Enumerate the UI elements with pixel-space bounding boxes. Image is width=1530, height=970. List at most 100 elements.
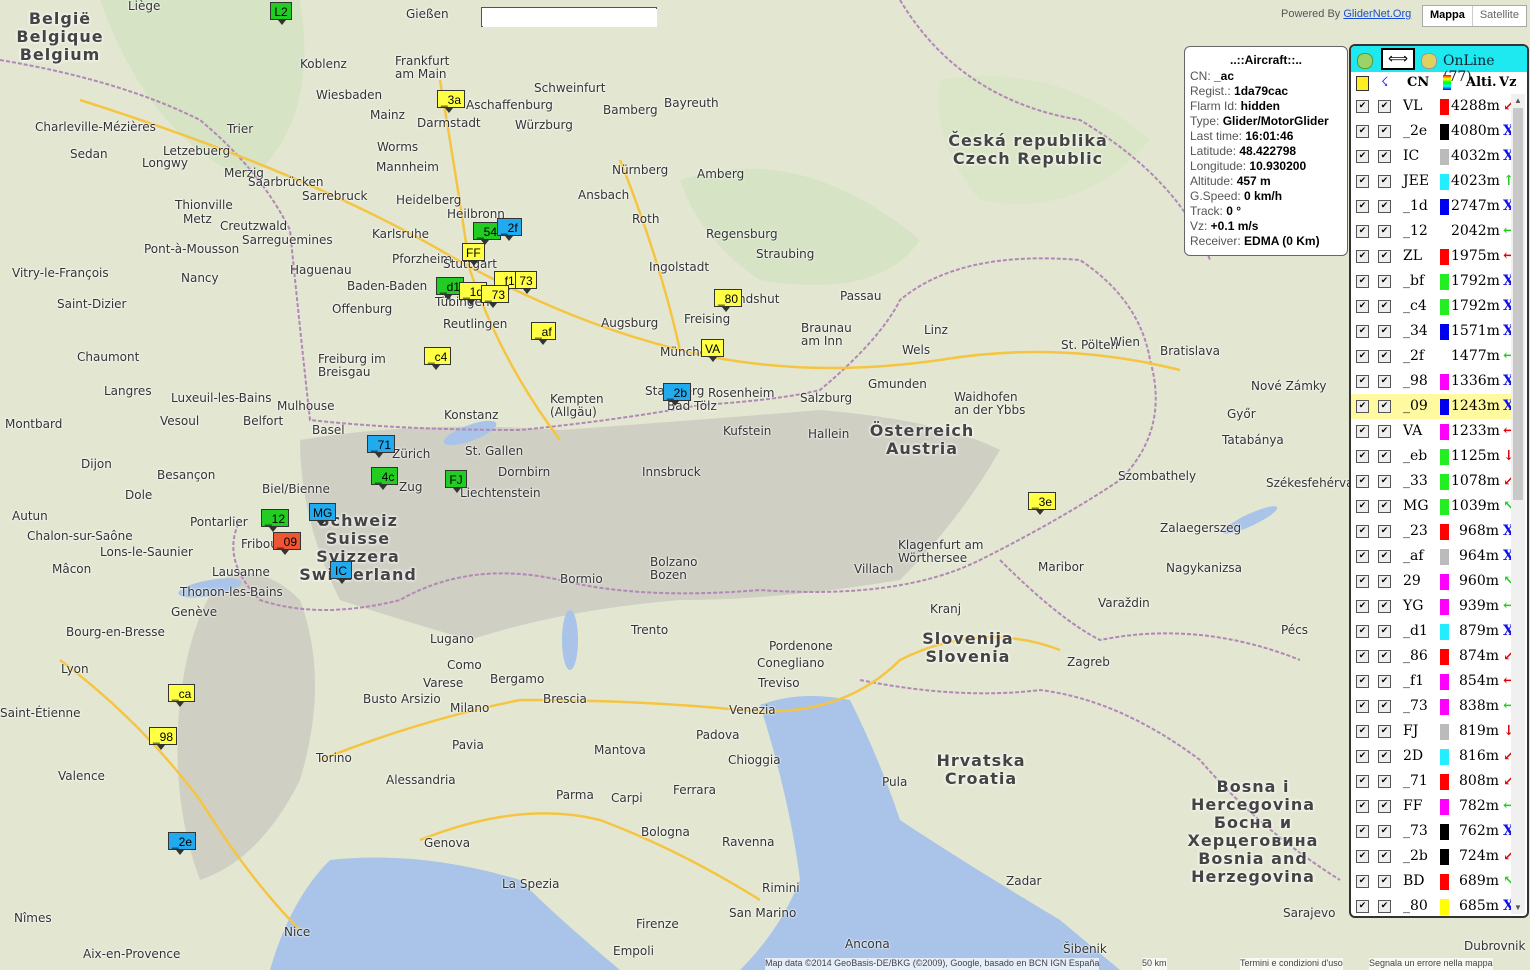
glider-marker[interactable]: _71: [367, 435, 396, 458]
resize-arrows-icon[interactable]: ⟺: [1381, 48, 1415, 70]
glider-marker[interactable]: VA: [701, 339, 725, 362]
glider-marker[interactable]: _2b: [663, 383, 692, 406]
glider-marker[interactable]: FF: [462, 243, 485, 266]
show-marker-checkbox[interactable]: ✔: [1356, 475, 1369, 488]
show-track-checkbox[interactable]: ✔: [1378, 225, 1391, 238]
show-track-checkbox[interactable]: ✔: [1378, 575, 1391, 588]
aircraft-row[interactable]: ✔ ✔ _bf 1792m X: [1351, 269, 1514, 294]
show-track-checkbox[interactable]: ✔: [1378, 875, 1391, 888]
aircraft-row[interactable]: ✔ ✔ _86 874m ↙: [1351, 644, 1515, 669]
track-column-icon[interactable]: ☇: [1381, 75, 1388, 90]
aircraft-cn[interactable]: _23: [1403, 523, 1428, 539]
glider-marker[interactable]: _4c: [371, 467, 399, 490]
map-search-box[interactable]: [481, 7, 657, 27]
show-marker-checkbox[interactable]: ✔: [1356, 825, 1369, 838]
show-marker-checkbox[interactable]: ✔: [1356, 150, 1369, 163]
aircraft-row[interactable]: ✔ ✔ JEE 4023m ↑: [1351, 169, 1515, 194]
show-track-checkbox[interactable]: ✔: [1378, 675, 1391, 688]
aircraft-row[interactable]: ✔ ✔ _2e 4080m X: [1351, 119, 1514, 144]
aircraft-row[interactable]: ✔ ✔ _34 1571m X: [1351, 319, 1514, 344]
show-marker-checkbox[interactable]: ✔: [1356, 325, 1369, 338]
aircraft-row[interactable]: ✔ ✔ _73 838m ←: [1351, 694, 1515, 719]
aircraft-row[interactable]: ✔ ✔ _af 964m X: [1351, 544, 1514, 569]
glider-marker[interactable]: MG: [309, 503, 337, 526]
aircraft-row[interactable]: ✔ ✔ FJ 819m ↓: [1351, 719, 1515, 744]
aircraft-row[interactable]: ✔ ✔ _12 2042m ←: [1351, 219, 1515, 244]
show-track-checkbox[interactable]: ✔: [1378, 800, 1391, 813]
show-track-checkbox[interactable]: ✔: [1378, 525, 1391, 538]
glidernet-link[interactable]: GliderNet.Org: [1343, 8, 1411, 20]
aircraft-row[interactable]: ✔ ✔ 2D 816m ↙: [1351, 744, 1515, 769]
show-track-checkbox[interactable]: ✔: [1378, 100, 1391, 113]
show-marker-checkbox[interactable]: ✔: [1356, 125, 1369, 138]
glider-marker[interactable]: _12: [261, 509, 290, 532]
aircraft-cn[interactable]: ZL: [1403, 248, 1422, 264]
show-track-checkbox[interactable]: ✔: [1378, 275, 1391, 288]
show-marker-checkbox[interactable]: ✔: [1356, 725, 1369, 738]
map-type-map-button[interactable]: Mappa: [1423, 6, 1472, 26]
show-marker-checkbox[interactable]: ✔: [1356, 625, 1369, 638]
show-marker-checkbox[interactable]: ✔: [1356, 200, 1369, 213]
show-track-checkbox[interactable]: ✔: [1378, 125, 1391, 138]
glider-marker[interactable]: _09: [273, 532, 302, 555]
glider-marker[interactable]: _73: [481, 285, 510, 308]
show-marker-checkbox[interactable]: ✔: [1356, 250, 1369, 263]
aircraft-cn[interactable]: VA: [1403, 423, 1422, 439]
glider-marker[interactable]: _2f: [497, 218, 522, 241]
show-marker-checkbox[interactable]: ✔: [1356, 875, 1369, 888]
terms-link[interactable]: Termini e condizioni d'uso: [1240, 958, 1343, 970]
aircraft-cn[interactable]: _2f: [1403, 348, 1424, 364]
aircraft-cn[interactable]: 2D: [1403, 748, 1423, 764]
aircraft-cn[interactable]: _bf: [1403, 273, 1424, 289]
show-marker-checkbox[interactable]: ✔: [1356, 225, 1369, 238]
show-track-checkbox[interactable]: ✔: [1378, 700, 1391, 713]
aircraft-row[interactable]: ✔ ✔ MG 1039m ↖: [1351, 494, 1515, 519]
aircraft-cn[interactable]: _1d: [1403, 198, 1428, 214]
aircraft-cn[interactable]: _12: [1403, 223, 1428, 239]
aircraft-row[interactable]: ✔ ✔ _98 1336m X: [1351, 369, 1514, 394]
glider-marker[interactable]: IC: [330, 561, 352, 584]
aircraft-row[interactable]: ✔ ✔ 29 960m ↖: [1351, 569, 1515, 594]
aircraft-row[interactable]: ✔ ✔ IC 4032m X: [1351, 144, 1514, 169]
map-type-satellite-button[interactable]: Satellite: [1471, 6, 1526, 26]
altitude-column-header[interactable]: Alti.: [1466, 75, 1497, 90]
glider-marker[interactable]: _2e: [168, 832, 197, 855]
show-track-checkbox[interactable]: ✔: [1378, 775, 1391, 788]
aircraft-row[interactable]: ✔ ✔ FF 782m ←: [1351, 794, 1515, 819]
show-marker-checkbox[interactable]: ✔: [1356, 550, 1369, 563]
show-track-checkbox[interactable]: ✔: [1378, 350, 1391, 363]
show-marker-checkbox[interactable]: ✔: [1356, 525, 1369, 538]
show-marker-checkbox[interactable]: ✔: [1356, 650, 1369, 663]
aircraft-cn[interactable]: _73: [1403, 698, 1428, 714]
aircraft-row[interactable]: ✔ ✔ _d1 879m X: [1351, 619, 1514, 644]
show-track-checkbox[interactable]: ✔: [1378, 200, 1391, 213]
show-marker-checkbox[interactable]: ✔: [1356, 275, 1369, 288]
show-marker-checkbox[interactable]: ✔: [1356, 400, 1369, 413]
glider-marker[interactable]: _c4: [424, 347, 452, 370]
aircraft-row[interactable]: ✔ ✔ _2f 1477m ←: [1351, 344, 1515, 369]
show-track-checkbox[interactable]: ✔: [1378, 300, 1391, 313]
aircraft-cn[interactable]: _2b: [1403, 848, 1428, 864]
show-marker-checkbox[interactable]: ✔: [1356, 750, 1369, 763]
show-track-checkbox[interactable]: ✔: [1378, 850, 1391, 863]
show-track-checkbox[interactable]: ✔: [1378, 600, 1391, 613]
vz-column-header[interactable]: Vz: [1499, 75, 1516, 90]
glider-marker[interactable]: _af: [531, 322, 556, 345]
glider-marker[interactable]: _98: [149, 727, 178, 750]
show-track-checkbox[interactable]: ✔: [1378, 500, 1391, 513]
aircraft-row[interactable]: ✔ ✔ _23 968m X: [1351, 519, 1514, 544]
show-marker-checkbox[interactable]: ✔: [1356, 100, 1369, 113]
aircraft-row[interactable]: ✔ ✔ _eb 1125m ↓: [1351, 444, 1515, 469]
aircraft-row[interactable]: ✔ ✔ YG 939m ←: [1351, 594, 1515, 619]
aircraft-cn[interactable]: _98: [1403, 373, 1428, 389]
aircraft-cn[interactable]: _86: [1403, 648, 1428, 664]
aircraft-cn[interactable]: JEE: [1403, 173, 1429, 189]
panel-scrollbar-thumb[interactable]: [1513, 108, 1523, 500]
show-marker-checkbox[interactable]: ✔: [1356, 575, 1369, 588]
aircraft-cn[interactable]: _73: [1403, 823, 1428, 839]
show-track-checkbox[interactable]: ✔: [1378, 900, 1391, 913]
aircraft-row[interactable]: ✔ ✔ _2b 724m ↙: [1351, 844, 1515, 869]
aircraft-row[interactable]: ✔ ✔ BD 689m ↖: [1351, 869, 1515, 894]
show-track-checkbox[interactable]: ✔: [1378, 150, 1391, 163]
aircraft-cn[interactable]: MG: [1403, 498, 1429, 514]
